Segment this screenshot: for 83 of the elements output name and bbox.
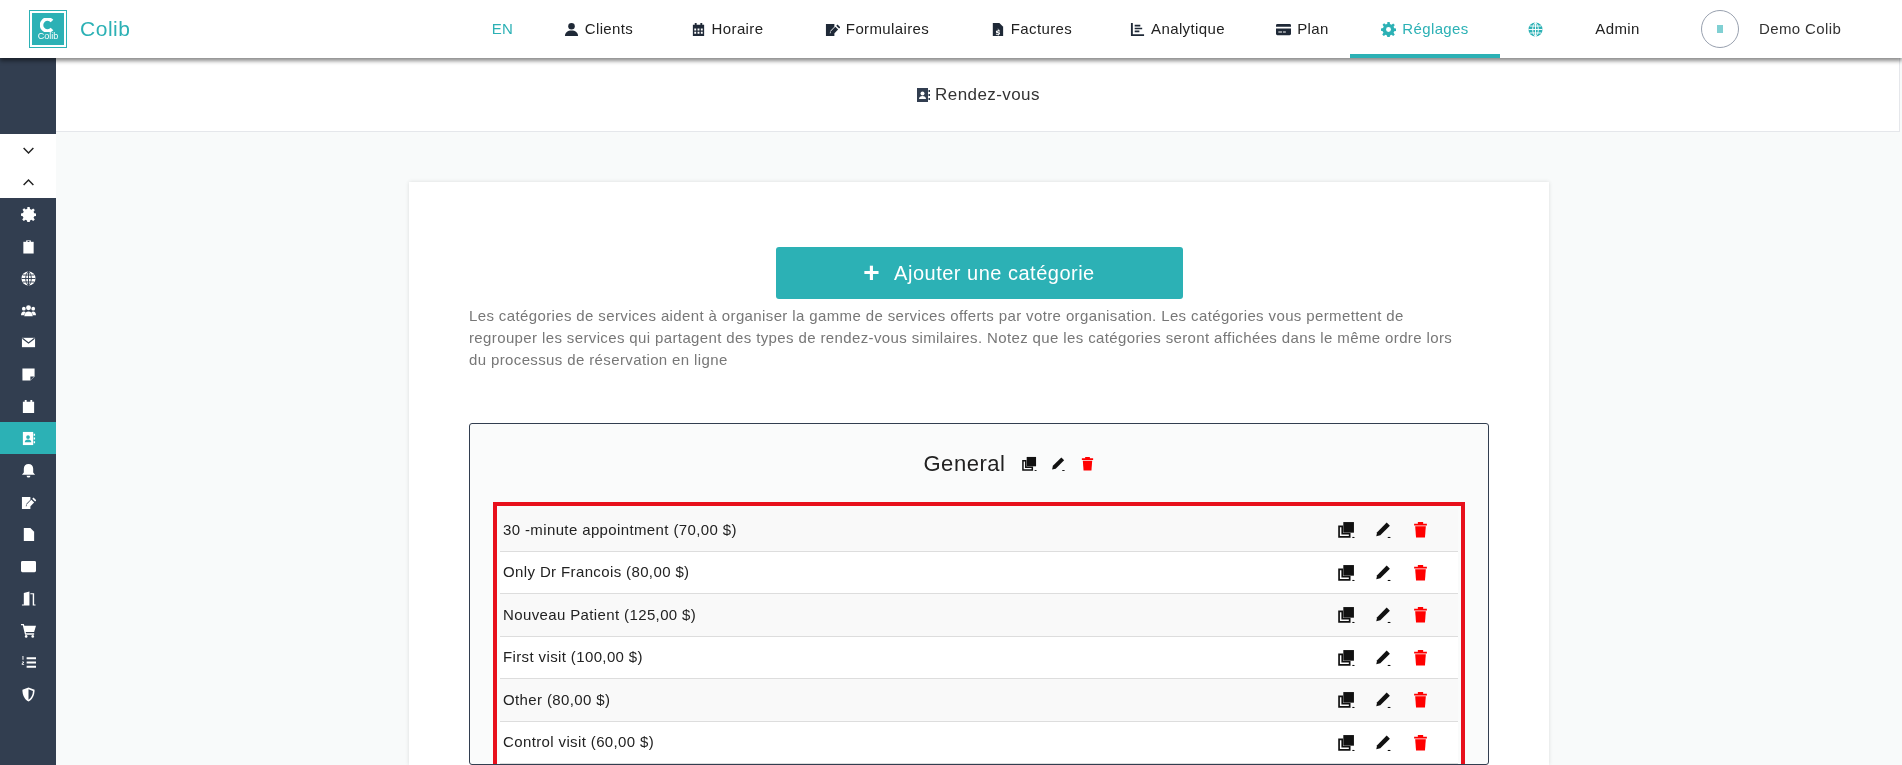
duplicate-button[interactable] <box>1021 455 1037 471</box>
category-name: General <box>923 449 1006 478</box>
copy-icon <box>1338 563 1355 581</box>
brand-name: Colib <box>80 16 131 43</box>
duplicate-button[interactable] <box>1338 521 1355 539</box>
trash-icon <box>1412 521 1429 539</box>
pencil-icon <box>1375 733 1392 751</box>
settings-icon <box>1381 21 1397 37</box>
numbered-list-icon <box>20 654 36 670</box>
trash-icon <box>1412 691 1429 709</box>
nav-tab[interactable]: Plan <box>1255 0 1350 58</box>
description-text: Les catégories de services aident à organiser la gamme de services offerts par votre organisation. Les catégories vous permettent de regrouper les services qui partagent des types de rendez-vous similaires. Notez que les catégories seront affichées dans le même ordre lors du processus de réservation en ligne <box>469 306 1454 370</box>
service-name: 30 -minute appointment (70,00 $) <box>503 519 738 540</box>
edit-button[interactable] <box>1375 521 1392 539</box>
service-name: Only Dr Francois (80,00 $) <box>503 562 691 582</box>
trash-icon <box>1412 606 1429 624</box>
signed-document-icon <box>824 21 840 37</box>
nav-tab[interactable]: Factures <box>962 0 1100 58</box>
copy-icon <box>1338 521 1355 539</box>
globe-icon <box>20 270 36 286</box>
people-icon <box>20 302 36 318</box>
edit-button[interactable] <box>1375 733 1392 751</box>
bell-icon <box>20 462 36 478</box>
cart-icon <box>20 622 36 638</box>
door-icon <box>20 590 36 606</box>
duplicate-button[interactable] <box>1338 606 1355 624</box>
delete-button[interactable] <box>1412 691 1429 709</box>
service-name: First visit (100,00 $) <box>503 647 644 667</box>
trash-icon <box>1412 733 1429 751</box>
copy-icon <box>1338 691 1355 709</box>
calendar-icon <box>690 21 706 37</box>
delete-button[interactable] <box>1079 455 1095 471</box>
delete-button[interactable] <box>1412 733 1429 751</box>
duplicate-button[interactable] <box>1338 733 1355 751</box>
copy-icon <box>1338 606 1355 624</box>
service-row[interactable]: Control visit (60,00 $) <box>500 721 1458 764</box>
edit-button[interactable] <box>1375 606 1392 624</box>
edit-button[interactable] <box>1375 648 1392 666</box>
signed-document-icon <box>20 494 36 510</box>
duplicate-button[interactable] <box>1338 691 1355 709</box>
trash-icon <box>1412 563 1429 581</box>
edit-button[interactable] <box>1375 563 1392 581</box>
service-row[interactable]: First visit (100,00 $) <box>500 636 1458 679</box>
globe-icon <box>1527 21 1543 37</box>
nav-tab[interactable]: Formulaires <box>792 0 962 58</box>
copy-icon <box>1021 455 1037 471</box>
chart-icon <box>1130 21 1146 37</box>
edit-button[interactable] <box>1375 691 1392 709</box>
duplicate-button[interactable] <box>1338 648 1355 666</box>
trash-icon <box>1412 648 1429 666</box>
copy-icon <box>1338 733 1355 751</box>
calendar-icon <box>20 398 36 414</box>
delete-button[interactable] <box>1412 606 1429 624</box>
note-icon <box>20 366 36 382</box>
shield-icon <box>20 686 36 702</box>
pencil-icon <box>1050 455 1066 471</box>
person-icon <box>563 21 579 37</box>
pencil-icon <box>1375 606 1392 624</box>
service-row[interactable]: Only Dr Francois (80,00 $) <box>500 551 1458 594</box>
service-name: Other (80,00 $) <box>503 689 612 710</box>
nav-tab[interactable]: Analytique <box>1100 0 1255 58</box>
settings-icon <box>20 206 36 222</box>
nav-tab[interactable]: Clients <box>535 0 662 58</box>
edit-button[interactable] <box>1050 455 1066 471</box>
clipboard-icon <box>20 238 36 254</box>
pencil-icon <box>1375 691 1392 709</box>
delete-button[interactable] <box>1412 648 1429 666</box>
duplicate-button[interactable] <box>1338 563 1355 581</box>
contact-book-icon <box>915 86 932 103</box>
pencil-icon <box>1375 648 1392 666</box>
delete-button[interactable] <box>1412 563 1429 581</box>
service-name: Control visit (60,00 $) <box>503 732 656 752</box>
nav-tab[interactable]: Horaire <box>662 0 792 58</box>
pencil-icon <box>1375 521 1392 539</box>
nav-tab[interactable]: Admin <box>1570 0 1665 58</box>
page-title: Rendez-vous <box>935 83 1040 106</box>
trash-icon <box>1079 455 1095 471</box>
contact-book-icon <box>20 430 36 446</box>
pencil-icon <box>1375 563 1392 581</box>
delete-button[interactable] <box>1412 521 1429 539</box>
user-name[interactable]: Demo Colib <box>1759 17 1842 41</box>
service-name: Nouveau Patient (125,00 $) <box>503 604 698 625</box>
copy-icon <box>1338 648 1355 666</box>
